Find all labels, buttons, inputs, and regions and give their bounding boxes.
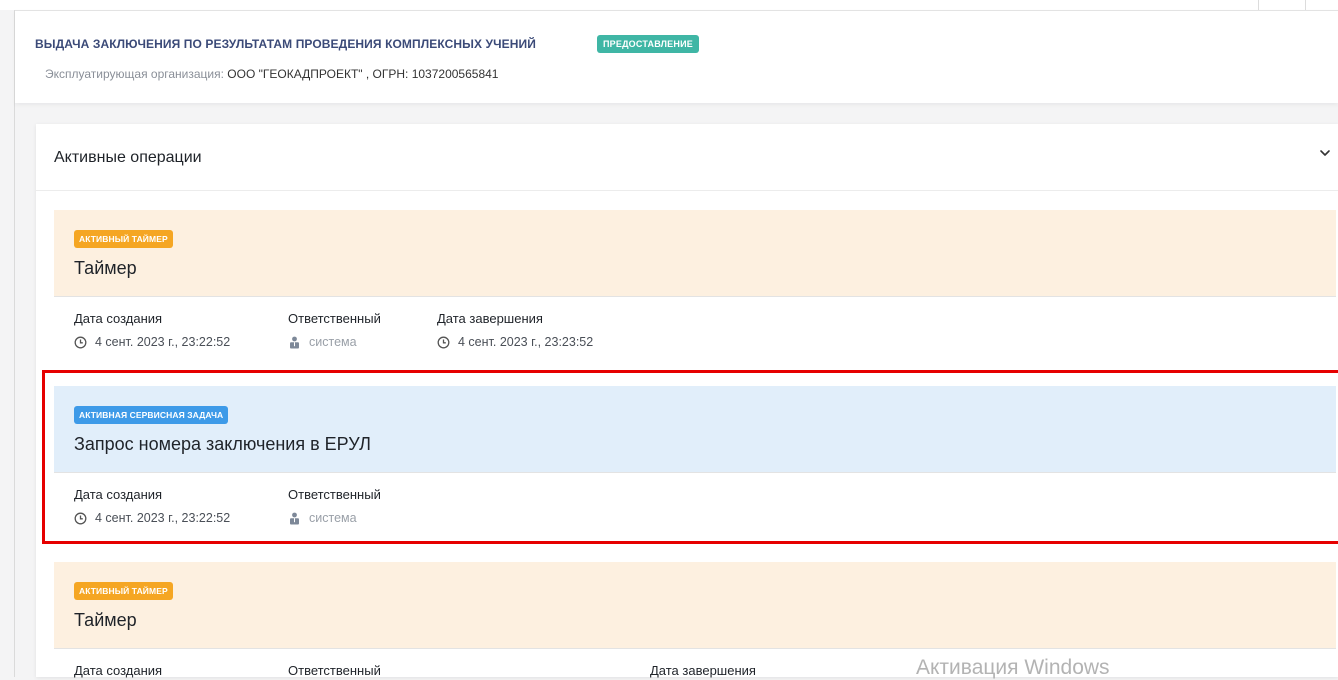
left-divider — [14, 10, 15, 677]
operation-card-service-task: АКТИВНАЯ СЕРВИСНАЯ ЗАДАЧА Запрос номера … — [54, 386, 1336, 540]
operation-header: АКТИВНЫЙ ТАЙМЕР Таймер — [54, 210, 1336, 297]
operation-header: АКТИВНАЯ СЕРВИСНАЯ ЗАДАЧА Запрос номера … — [54, 386, 1336, 473]
completed-label: Дата завершения — [650, 663, 756, 678]
responsible-field: Ответственный система — [288, 311, 381, 349]
responsible-value: система — [288, 335, 381, 349]
created-date: 4 сент. 2023 г., 23:22:52 — [95, 335, 231, 349]
responsible-label: Ответственный — [288, 663, 381, 678]
created-field: Дата создания 4 сент. 2023 г., 23:22:52 — [74, 487, 230, 525]
operation-title: Запрос номера заключения в ЕРУЛ — [74, 434, 371, 454]
operation-header: АКТИВНЫЙ ТАЙМЕР Таймер — [54, 562, 1336, 649]
completed-value: 4 сент. 2023 г., 23:23:52 — [437, 335, 593, 349]
created-field: Дата создания 4 сент. 2023 г., 23:22:52 — [74, 311, 230, 349]
operation-card-timer-2: АКТИВНЫЙ ТАЙМЕР Таймер Дата создания Отв… — [54, 562, 1336, 678]
responsible-label: Ответственный — [288, 487, 381, 502]
responsible-field: Ответственный система — [288, 487, 381, 525]
organization-value: ООО "ГЕОКАДПРОЕКТ" , ОГРН: 1037200565841 — [227, 67, 499, 81]
responsible-name: система — [309, 511, 357, 525]
chevron-down-icon[interactable] — [1318, 146, 1332, 160]
person-icon — [290, 336, 299, 348]
completed-date: 4 сент. 2023 г., 23:23:52 — [458, 335, 594, 349]
completed-field: Дата завершения — [650, 663, 756, 678]
active-operations-header[interactable]: Активные операции — [36, 124, 1338, 191]
organization-label: Эксплуатирующая организация: — [45, 67, 224, 81]
responsible-field: Ответственный — [288, 663, 381, 678]
process-title: ВЫДАЧА ЗАКЛЮЧЕНИЯ ПО РЕЗУЛЬТАТАМ ПРОВЕДЕ… — [35, 37, 536, 51]
clock-icon — [74, 336, 87, 348]
organization-info: Эксплуатирующая организация: ООО "ГЕОКАД… — [45, 67, 498, 81]
responsible-value: система — [288, 511, 381, 525]
person-icon — [290, 512, 299, 524]
created-value: 4 сент. 2023 г., 23:22:52 — [74, 335, 230, 349]
operation-type-badge: АКТИВНАЯ СЕРВИСНАЯ ЗАДАЧА — [74, 406, 229, 424]
operation-title: Таймер — [74, 258, 137, 278]
active-operations-title: Активные операции — [54, 149, 202, 166]
created-label: Дата создания — [74, 663, 163, 678]
completed-label: Дата завершения — [437, 311, 543, 326]
operation-title: Таймер — [74, 610, 137, 630]
created-value: 4 сент. 2023 г., 23:22:52 — [74, 511, 230, 525]
completed-field: Дата завершения 4 сент. 2023 г., 23:23:5… — [437, 311, 593, 349]
operation-type-badge: АКТИВНЫЙ ТАЙМЕР — [74, 582, 173, 600]
windows-activation-watermark: Активация Windows — [916, 656, 1110, 679]
responsible-label: Ответственный — [288, 311, 381, 326]
operation-card-timer-1: АКТИВНЫЙ ТАЙМЕР Таймер Дата создания 4 с… — [54, 210, 1336, 364]
responsible-name: система — [309, 335, 357, 349]
top-strip — [0, 0, 1338, 10]
clock-icon — [74, 512, 87, 524]
top-right-control[interactable] — [1258, 0, 1306, 10]
created-field: Дата создания — [74, 663, 162, 678]
clock-icon — [437, 336, 450, 348]
process-header: ВЫДАЧА ЗАКЛЮЧЕНИЯ ПО РЕЗУЛЬТАТАМ ПРОВЕДЕ… — [15, 10, 1338, 103]
active-operations-panel: Активные операции АКТИВНЫЙ ТАЙМЕР Таймер… — [36, 124, 1338, 678]
status-badge: ПРЕДОСТАВЛЕНИЕ — [597, 35, 699, 53]
created-date: 4 сент. 2023 г., 23:22:52 — [95, 511, 231, 525]
created-label: Дата создания — [74, 311, 163, 326]
operation-type-badge: АКТИВНЫЙ ТАЙМЕР — [74, 230, 173, 248]
created-label: Дата создания — [74, 487, 163, 502]
